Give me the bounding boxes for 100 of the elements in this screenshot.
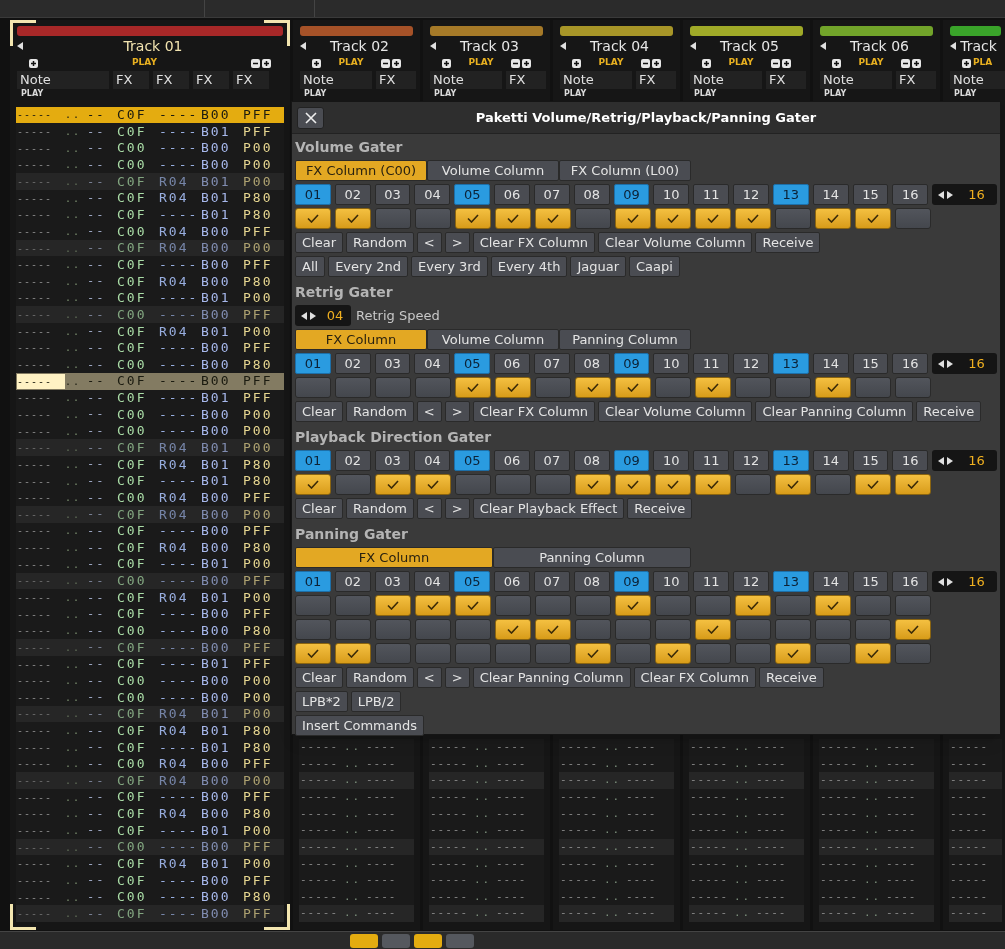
pattern-row[interactable]: ----- .. -- C0F R04 B00 P80 — [16, 539, 284, 556]
step-button[interactable]: 02 — [334, 353, 371, 374]
play-label[interactable]: PLA — [973, 56, 993, 70]
gate-checkbox[interactable] — [455, 595, 491, 616]
step-button[interactable]: 09 — [613, 450, 650, 471]
gate-checkbox[interactable] — [735, 377, 771, 398]
step-button[interactable]: 09 — [613, 353, 650, 374]
track-name[interactable]: Track 02 — [306, 35, 413, 57]
step-button[interactable]: 04 — [414, 571, 451, 592]
step-button[interactable]: 12 — [733, 450, 769, 471]
gate-checkbox[interactable] — [455, 643, 491, 664]
gate-checkbox[interactable] — [655, 474, 691, 495]
plus-icon[interactable] — [652, 58, 661, 68]
action-button[interactable]: Insert Commands — [295, 715, 424, 736]
plus-icon[interactable] — [262, 58, 271, 68]
pattern-row[interactable]: ----- .. -- C0F R04 B00 P00 — [16, 772, 284, 789]
gate-checkbox[interactable] — [415, 474, 451, 495]
column-header[interactable]: Note — [300, 71, 372, 89]
plus-icon[interactable] — [392, 58, 401, 68]
gate-checkbox[interactable] — [855, 595, 891, 616]
play-label[interactable]: PLAY — [323, 56, 379, 70]
column-header[interactable]: FX — [636, 71, 676, 89]
action-button[interactable]: Clear — [295, 498, 343, 519]
action-button[interactable]: Clear FX Column — [633, 667, 756, 688]
gate-checkbox[interactable] — [695, 643, 731, 664]
step-button[interactable]: 04 — [414, 184, 451, 205]
mode-tab[interactable]: Volume Column — [427, 160, 559, 181]
action-button[interactable]: Clear — [295, 667, 343, 688]
play-label[interactable]: PLAY — [843, 56, 899, 70]
mode-tab[interactable]: FX Column — [295, 547, 493, 568]
gate-checkbox[interactable] — [535, 595, 571, 616]
gate-checkbox[interactable] — [575, 595, 611, 616]
action-button[interactable]: Clear — [295, 401, 343, 422]
action-button[interactable]: LPB*2 — [295, 691, 348, 712]
gate-checkbox[interactable] — [535, 619, 571, 640]
column-header[interactable]: FX — [766, 71, 806, 89]
pattern-row[interactable]: ----- .. -- C00 ---- B00 P80 — [16, 356, 284, 373]
gate-checkbox[interactable] — [295, 619, 331, 640]
pattern-row[interactable]: ----- .. ---- — [429, 855, 544, 873]
minus-icon[interactable] — [511, 58, 520, 68]
action-button[interactable]: < — [416, 401, 442, 422]
column-header[interactable]: FX — [376, 71, 416, 89]
retrig-speed-box[interactable]: 04 — [295, 305, 351, 326]
action-button[interactable]: Clear FX Column — [472, 232, 596, 253]
gate-checkbox[interactable] — [815, 595, 851, 616]
column-header[interactable]: Note — [17, 71, 109, 89]
gate-checkbox[interactable] — [495, 643, 531, 664]
track-name[interactable]: Track — [956, 35, 1001, 57]
gate-checkbox[interactable] — [335, 208, 371, 229]
step-button[interactable]: 03 — [374, 184, 411, 205]
track-name[interactable]: Track 05 — [696, 35, 803, 57]
plus-icon[interactable] — [702, 58, 711, 68]
gate-checkbox[interactable] — [335, 377, 371, 398]
plus-icon[interactable] — [522, 58, 531, 68]
gate-checkbox[interactable] — [735, 619, 771, 640]
pattern-row[interactable]: ----- .. ---- — [429, 738, 544, 756]
action-button[interactable]: Every 2nd — [328, 256, 408, 277]
gate-checkbox[interactable] — [375, 595, 411, 616]
gate-checkbox[interactable] — [335, 474, 371, 495]
column-header[interactable]: FX — [153, 71, 189, 89]
action-button[interactable]: > — [444, 667, 470, 688]
step-button[interactable]: 02 — [334, 450, 371, 471]
pattern-row[interactable]: ----- .. ---- — [299, 772, 414, 789]
step-button[interactable]: 01 — [295, 184, 331, 205]
plus-icon[interactable] — [572, 58, 581, 68]
plus-icon[interactable] — [312, 58, 321, 68]
mode-tab[interactable]: FX Column — [295, 329, 427, 350]
column-header[interactable]: Note — [430, 71, 502, 89]
step-button[interactable]: 07 — [533, 184, 570, 205]
gate-checkbox[interactable] — [855, 377, 891, 398]
step-button[interactable]: 03 — [374, 450, 411, 471]
pattern-row[interactable]: ----- .. ---- — [689, 738, 804, 756]
action-button[interactable]: Clear — [295, 232, 343, 253]
column-header[interactable]: FX — [113, 71, 149, 89]
toolbar-toggle[interactable] — [414, 933, 442, 948]
minus-icon[interactable] — [901, 58, 910, 68]
minus-icon[interactable] — [641, 58, 650, 68]
pattern-row[interactable]: ----- .. -- C0F ---- B00 PFF — [16, 905, 284, 922]
gate-checkbox[interactable] — [415, 208, 451, 229]
step-button[interactable]: 11 — [693, 184, 730, 205]
track-name[interactable]: Track 04 — [566, 35, 673, 57]
right-arrow-icon[interactable] — [947, 359, 954, 368]
plus-icon[interactable] — [962, 58, 971, 68]
step-button[interactable]: 13 — [772, 571, 809, 592]
step-button[interactable]: 05 — [454, 450, 491, 471]
toolbar-toggle[interactable] — [350, 933, 378, 948]
pattern-row[interactable]: ----- .. -- C0F ---- B00 PFF — [16, 639, 284, 656]
step-button[interactable]: 05 — [454, 571, 491, 592]
gate-checkbox[interactable] — [815, 619, 851, 640]
gate-checkbox[interactable] — [895, 595, 931, 616]
step-button[interactable]: 10 — [653, 450, 690, 471]
toolbar-toggle[interactable] — [382, 933, 410, 948]
step-button[interactable]: 16 — [892, 353, 929, 374]
step-button[interactable]: 11 — [693, 571, 730, 592]
gate-checkbox[interactable] — [495, 377, 531, 398]
minus-icon[interactable] — [771, 58, 780, 68]
minus-icon[interactable] — [251, 58, 260, 68]
gate-checkbox[interactable] — [815, 377, 851, 398]
step-button[interactable]: 01 — [295, 450, 331, 471]
gate-checkbox[interactable] — [615, 595, 651, 616]
